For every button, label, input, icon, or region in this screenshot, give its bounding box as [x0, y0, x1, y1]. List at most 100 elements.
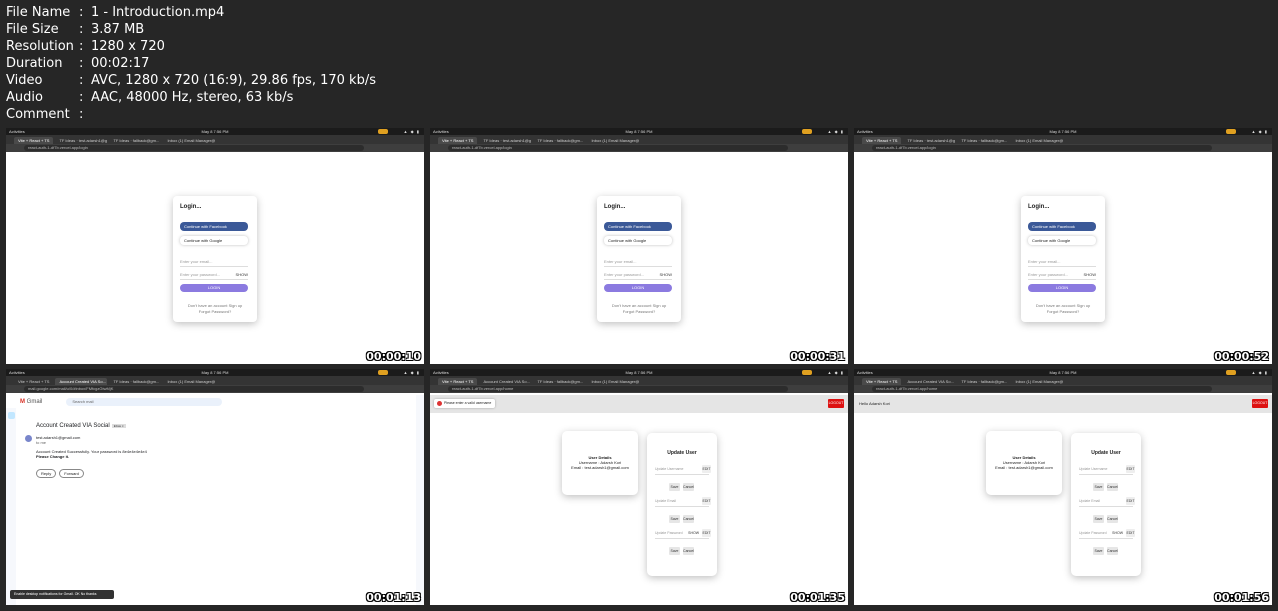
notification-toast[interactable]: Enable desktop notifications for Gmail. … — [10, 590, 114, 599]
update-password-field[interactable]: Update Password SHOW EDIT — [1079, 529, 1135, 539]
url-input[interactable]: react-auth-1-df7b.vercel.app/login — [872, 145, 1212, 151]
login-button[interactable]: LOGIN — [1028, 284, 1096, 292]
show-password-toggle[interactable]: SHOW — [1084, 272, 1096, 277]
browser-tab-bar: Vite + React + TS Account Created VIA So.… — [854, 376, 1272, 385]
browser-tab[interactable]: Account Created VIA So... — [479, 378, 531, 385]
show-password-toggle[interactable]: SHOW — [660, 272, 672, 277]
browser-tab[interactable]: Inbox (1) Email Manager@f... — [587, 137, 639, 144]
save-button[interactable]: Save — [669, 547, 680, 555]
update-email-field[interactable]: Update Email EDIT — [655, 497, 711, 507]
gmail-search-input[interactable]: Search mail — [66, 397, 223, 406]
login-button[interactable]: LOGIN — [180, 284, 248, 292]
facebook-login-button[interactable]: Continue with Facebook — [604, 222, 672, 231]
browser-tab[interactable]: TF Ideas · fallback@gm... — [533, 137, 585, 144]
google-login-button[interactable]: Continue with Google — [1028, 236, 1096, 245]
video-frame-6[interactable]: Activities May 8 7:56 PM ▲ ◆ ▮ Vite + Reac… — [854, 369, 1272, 605]
forgot-password-link[interactable]: Forgot Password? — [597, 309, 681, 314]
browser-tab[interactable]: Vite + React + TS — [862, 137, 902, 144]
show-password-toggle[interactable]: SHOW — [688, 531, 699, 535]
save-button[interactable]: Save — [1093, 483, 1104, 491]
cancel-button[interactable]: Cancel — [1107, 515, 1118, 523]
update-username-field[interactable]: Update Username EDIT — [655, 465, 711, 475]
browser-tab[interactable]: TF Ideas · fallback@gm... — [109, 137, 161, 144]
forgot-password-link[interactable]: Forgot Password? — [173, 309, 257, 314]
forgot-password-link[interactable]: Forgot Password? — [1021, 309, 1105, 314]
logout-button[interactable]: LOGOUT — [1252, 399, 1268, 408]
inbox-label-badge[interactable]: Inbox × — [111, 424, 126, 428]
browser-tab[interactable]: Vite + React + TS — [438, 378, 478, 385]
signup-link[interactable]: Don't have an account Sign up — [173, 303, 257, 308]
cancel-button[interactable]: Cancel — [1107, 547, 1118, 555]
video-frame-5[interactable]: Activities May 8 7:56 PM ▲ ◆ ▮ Vite + Reac… — [430, 369, 848, 605]
google-login-button[interactable]: Continue with Google — [604, 236, 672, 245]
login-button[interactable]: LOGIN — [604, 284, 672, 292]
error-alert: Please enter a valid username — [434, 399, 496, 408]
signup-link[interactable]: Don't have an account Sign up — [597, 303, 681, 308]
browser-tab[interactable]: Vite + React + TS — [14, 137, 54, 144]
meta-separator: : — [79, 22, 84, 37]
save-button[interactable]: Save — [1093, 547, 1104, 555]
show-password-toggle[interactable]: SHOW — [1112, 531, 1123, 535]
browser-tab[interactable]: TF Ideas · fallback@gm... — [957, 137, 1009, 144]
browser-tab[interactable]: Inbox (1) Email Manager@f... — [1011, 378, 1063, 385]
video-frame-3[interactable]: Activities May 8 7:56 PM ▲ ◆ ▮ Vite + Reac… — [854, 128, 1272, 364]
video-frame-2[interactable]: Activities May 8 7:56 PM ▲ ◆ ▮ Vite + Reac… — [430, 128, 848, 364]
email-input[interactable]: Enter your email... — [604, 259, 672, 267]
edit-username-button[interactable]: EDIT — [1126, 465, 1135, 473]
browser-tab[interactable]: Inbox (1) Email Manager@f... — [587, 378, 639, 385]
browser-tab[interactable]: Account Created VIA So... — [55, 378, 108, 385]
browser-tab[interactable]: Vite + React + TS — [438, 137, 478, 144]
video-frame-4[interactable]: Activities May 8 7:56 PM ▲ ◆ ▮ Vite + Reac… — [6, 369, 424, 605]
save-button[interactable]: Save — [669, 483, 680, 491]
google-login-button[interactable]: Continue with Google — [180, 236, 248, 245]
signup-link[interactable]: Don't have an account Sign up — [1021, 303, 1105, 308]
edit-username-button[interactable]: EDIT — [702, 465, 711, 473]
facebook-login-button[interactable]: Continue with Facebook — [1028, 222, 1096, 231]
video-frame-1[interactable]: Activities May 8 7:56 PM ▲ ◆ ▮ Vite + Reac… — [6, 128, 424, 364]
update-email-field[interactable]: Update Email EDIT — [1079, 497, 1135, 507]
url-input[interactable]: mail.google.com/mail/u/0/#inbox/FMfcgzGt… — [24, 386, 364, 392]
browser-tab[interactable]: Account Created VIA So... — [903, 378, 955, 385]
browser-tab[interactable]: Vite + React + TS — [14, 378, 53, 385]
save-button[interactable]: Save — [669, 515, 680, 523]
url-input[interactable]: react-auth-1-df7b.vercel.app/home — [448, 386, 788, 392]
browser-tab[interactable]: TF Ideas · fallback@gm... — [533, 378, 585, 385]
browser-tab[interactable]: Inbox (1) Email Manager@f... — [163, 378, 215, 385]
url-input[interactable]: react-auth-1-df7b.vercel.app/login — [448, 145, 788, 151]
edit-email-button[interactable]: EDIT — [702, 497, 711, 505]
password-placeholder: Enter your password... — [180, 272, 221, 277]
facebook-login-button[interactable]: Continue with Facebook — [180, 222, 248, 231]
password-input[interactable]: Enter your password... SHOW — [180, 272, 248, 280]
browser-tab[interactable]: TF Ideas · test.adarsh1@g... — [55, 137, 107, 144]
browser-tab[interactable]: Inbox (1) Email Manager@f... — [1011, 137, 1063, 144]
email-input[interactable]: Enter your email... — [180, 259, 248, 267]
update-username-field[interactable]: Update Username EDIT — [1079, 465, 1135, 475]
cancel-button[interactable]: Cancel — [683, 483, 694, 491]
show-password-toggle[interactable]: SHOW — [236, 272, 248, 277]
reply-button[interactable]: Reply — [36, 469, 57, 478]
edit-password-button[interactable]: EDIT — [1126, 529, 1135, 537]
meta-value: AVC, 1280 x 720 (16:9), 29.86 fps, 170 k… — [91, 73, 376, 88]
password-input[interactable]: Enter your password... SHOW — [1028, 272, 1096, 280]
password-input[interactable]: Enter your password... SHOW — [604, 272, 672, 280]
browser-tab[interactable]: TF Ideas · fallback@gm... — [957, 378, 1009, 385]
compose-icon[interactable] — [8, 412, 15, 419]
browser-tab[interactable]: TF Ideas · fallback@gm... — [109, 378, 161, 385]
edit-email-button[interactable]: EDIT — [1126, 497, 1135, 505]
edit-password-button[interactable]: EDIT — [702, 529, 711, 537]
browser-tab[interactable]: TF Ideas · test.adarsh1@g... — [903, 137, 955, 144]
browser-tab[interactable]: TF Ideas · test.adarsh1@g... — [479, 137, 531, 144]
browser-tab[interactable]: Inbox (1) Email Manager@f... — [163, 137, 215, 144]
cancel-button[interactable]: Cancel — [1107, 483, 1118, 491]
cancel-button[interactable]: Cancel — [683, 515, 694, 523]
logout-button[interactable]: LOGOUT — [828, 399, 844, 408]
url-input[interactable]: react-auth-1-df7b.vercel.app/login — [24, 145, 364, 151]
frame-timestamp: 00:00:52 — [1214, 350, 1269, 363]
forward-button[interactable]: Forward — [59, 469, 84, 478]
browser-tab[interactable]: Vite + React + TS — [862, 378, 902, 385]
save-button[interactable]: Save — [1093, 515, 1104, 523]
url-input[interactable]: react-auth-1-df7b.vercel.app/home — [872, 386, 1212, 392]
cancel-button[interactable]: Cancel — [683, 547, 694, 555]
update-password-field[interactable]: Update Password SHOW EDIT — [655, 529, 711, 539]
email-input[interactable]: Enter your email... — [1028, 259, 1096, 267]
